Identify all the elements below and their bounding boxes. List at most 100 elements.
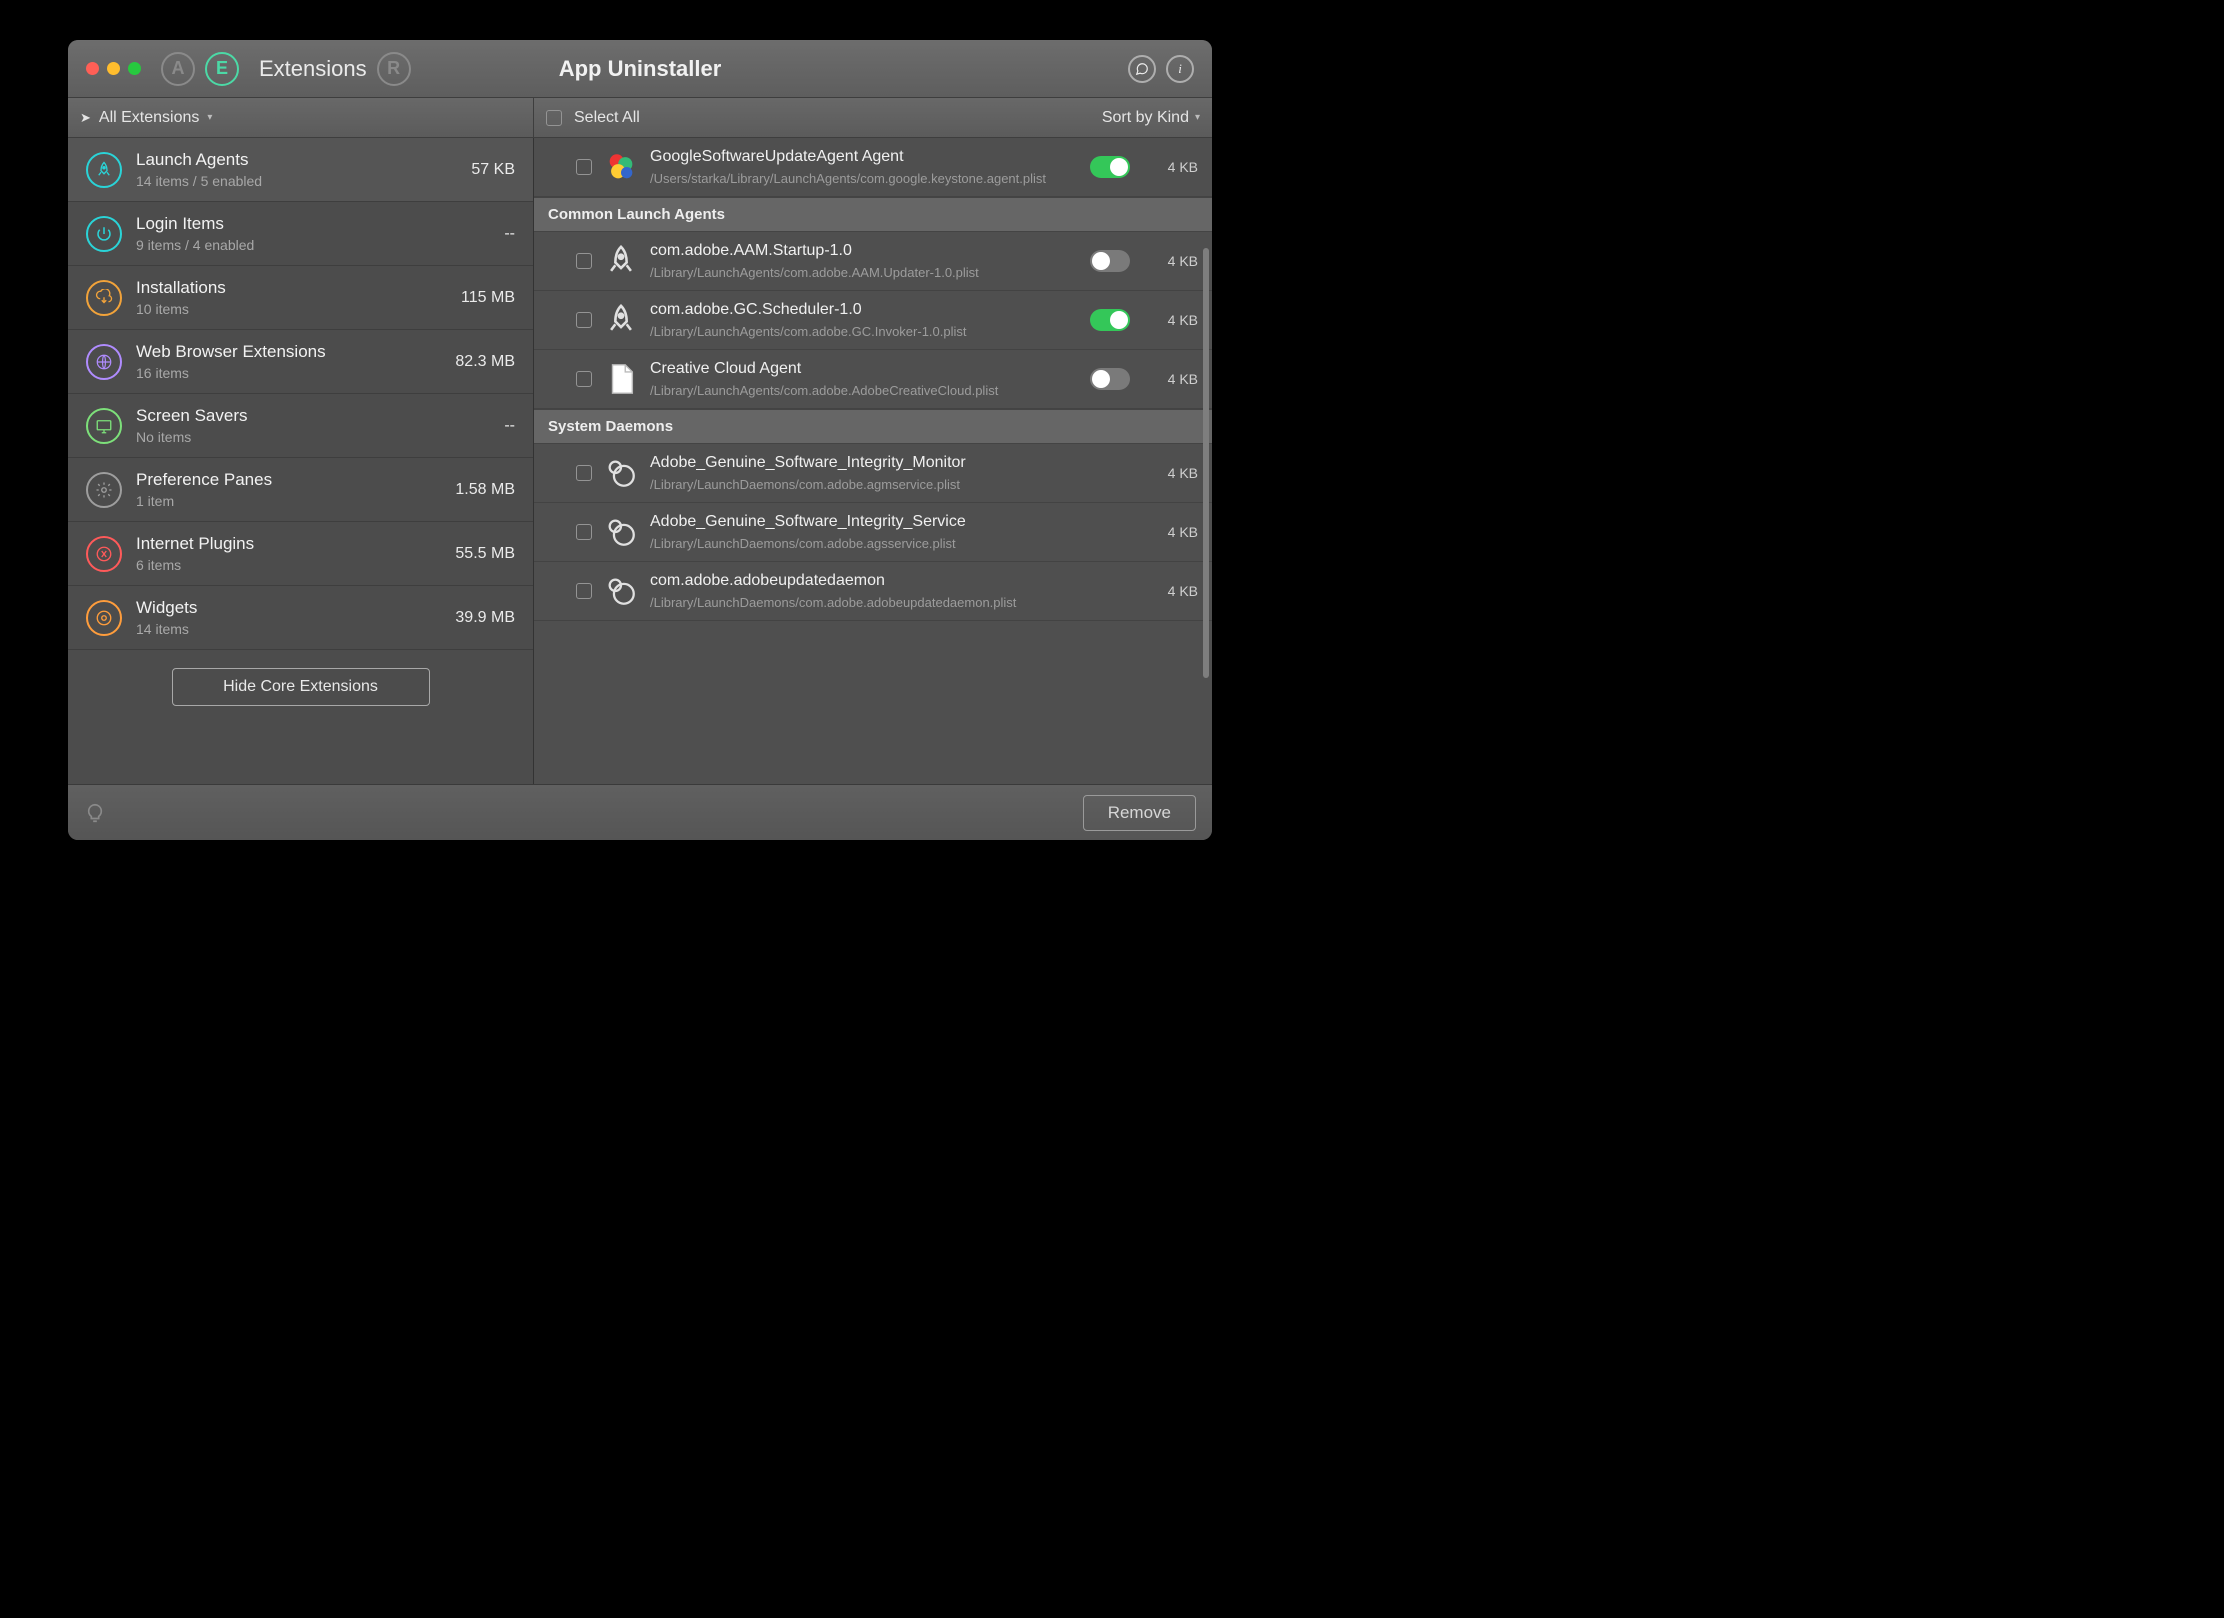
zoom-button[interactable] xyxy=(128,62,141,75)
sidebar-item-size: -- xyxy=(504,225,515,243)
item-path: /Library/LaunchAgents/com.adobe.AAM.Upda… xyxy=(650,265,1078,280)
sidebar-item-label: Web Browser Extensions xyxy=(136,342,441,362)
filter-dropdown[interactable]: ➤ All Extensions ▾ xyxy=(68,98,534,137)
sidebar-item-installations[interactable]: Installations 10 items 115 MB xyxy=(68,266,533,330)
app-window: A E Extensions R App Uninstaller i ➤ All… xyxy=(68,40,1212,840)
sidebar-item-sub: 1 item xyxy=(136,493,441,509)
item-size: 4 KB xyxy=(1150,371,1198,387)
list-item[interactable]: com.adobe.adobeupdatedaemon /Library/Lau… xyxy=(534,562,1212,621)
rocket-icon xyxy=(604,244,638,278)
list-item[interactable]: GoogleSoftwareUpdateAgent Agent /Users/s… xyxy=(534,138,1212,197)
item-name: com.adobe.GC.Scheduler-1.0 xyxy=(650,301,1078,319)
item-checkbox[interactable] xyxy=(576,371,592,387)
sidebar-item-size: 115 MB xyxy=(461,289,515,307)
rocket-icon xyxy=(86,152,122,188)
daemon-icon xyxy=(604,574,638,608)
enable-toggle[interactable] xyxy=(1090,368,1130,390)
sidebar-item-launch-agents[interactable]: Launch Agents 14 items / 5 enabled 57 KB xyxy=(68,138,533,202)
balls-icon xyxy=(604,150,638,184)
sidebar-item-sub: 10 items xyxy=(136,301,447,317)
sidebar-item-sub: 14 items / 5 enabled xyxy=(136,173,457,189)
power-icon xyxy=(86,216,122,252)
select-all-checkbox[interactable] xyxy=(546,110,562,126)
group-header: System Daemons xyxy=(534,409,1212,444)
sidebar-item-label: Login Items xyxy=(136,214,490,234)
lightbulb-icon[interactable] xyxy=(84,802,106,824)
scrollbar[interactable] xyxy=(1203,248,1209,678)
sidebar-item-label: Screen Savers xyxy=(136,406,490,426)
sidebar-item-label: Launch Agents xyxy=(136,150,457,170)
widget-icon xyxy=(86,600,122,636)
feedback-icon[interactable] xyxy=(1128,55,1156,83)
info-icon[interactable]: i xyxy=(1166,55,1194,83)
sidebar-item-login-items[interactable]: Login Items 9 items / 4 enabled -- xyxy=(68,202,533,266)
item-checkbox[interactable] xyxy=(576,465,592,481)
item-name: com.adobe.adobeupdatedaemon xyxy=(650,572,1130,590)
item-path: /Library/LaunchDaemons/com.adobe.agsserv… xyxy=(650,536,1130,551)
list-item[interactable]: Adobe_Genuine_Software_Integrity_Service… xyxy=(534,503,1212,562)
sidebar-item-preference-panes[interactable]: Preference Panes 1 item 1.58 MB xyxy=(68,458,533,522)
item-checkbox[interactable] xyxy=(576,253,592,269)
sidebar-item-label: Internet Plugins xyxy=(136,534,441,554)
module-switcher: A E Extensions R xyxy=(161,52,411,86)
sidebar-item-sub: 14 items xyxy=(136,621,441,637)
enable-toggle[interactable] xyxy=(1090,309,1130,331)
module-remains-icon[interactable]: R xyxy=(377,52,411,86)
titlebar: A E Extensions R App Uninstaller i xyxy=(68,40,1212,98)
sidebar-item-internet-plugins[interactable]: Internet Plugins 6 items 55.5 MB xyxy=(68,522,533,586)
enable-toggle[interactable] xyxy=(1090,250,1130,272)
item-size: 4 KB xyxy=(1150,159,1198,175)
item-path: /Library/LaunchAgents/com.adobe.GC.Invok… xyxy=(650,324,1078,339)
plug-icon xyxy=(86,536,122,572)
list-item[interactable]: Creative Cloud Agent /Library/LaunchAgen… xyxy=(534,350,1212,409)
item-name: Adobe_Genuine_Software_Integrity_Service xyxy=(650,513,1130,531)
item-checkbox[interactable] xyxy=(576,312,592,328)
item-checkbox[interactable] xyxy=(576,583,592,599)
sidebar-item-size: -- xyxy=(504,417,515,435)
item-name: Creative Cloud Agent xyxy=(650,360,1078,378)
sidebar: Launch Agents 14 items / 5 enabled 57 KB… xyxy=(68,138,534,784)
module-extensions-icon[interactable]: E xyxy=(205,52,239,86)
item-size: 4 KB xyxy=(1150,524,1198,540)
chevron-down-icon: ▾ xyxy=(1195,112,1200,123)
item-path: /Users/starka/Library/LaunchAgents/com.g… xyxy=(650,171,1078,186)
sidebar-item-size: 55.5 MB xyxy=(455,545,515,563)
sort-dropdown[interactable]: Sort by Kind ▾ xyxy=(1102,109,1200,127)
item-size: 4 KB xyxy=(1150,583,1198,599)
sidebar-item-web-browser-extensions[interactable]: Web Browser Extensions 16 items 82.3 MB xyxy=(68,330,533,394)
select-all-label: Select All xyxy=(574,109,640,127)
module-apps-icon[interactable]: A xyxy=(161,52,195,86)
item-name: com.adobe.AAM.Startup-1.0 xyxy=(650,242,1078,260)
enable-toggle[interactable] xyxy=(1090,156,1130,178)
location-arrow-icon: ➤ xyxy=(80,110,91,126)
list-item[interactable]: com.adobe.GC.Scheduler-1.0 /Library/Laun… xyxy=(534,291,1212,350)
remove-button[interactable]: Remove xyxy=(1083,795,1196,831)
sidebar-item-sub: No items xyxy=(136,429,490,445)
item-size: 4 KB xyxy=(1150,253,1198,269)
close-button[interactable] xyxy=(86,62,99,75)
globe-icon xyxy=(86,344,122,380)
sidebar-item-size: 39.9 MB xyxy=(455,609,515,627)
section-title: Extensions xyxy=(259,56,367,82)
sidebar-item-widgets[interactable]: Widgets 14 items 39.9 MB xyxy=(68,586,533,650)
item-name: GoogleSoftwareUpdateAgent Agent xyxy=(650,148,1078,166)
minimize-button[interactable] xyxy=(107,62,120,75)
list-item[interactable]: com.adobe.AAM.Startup-1.0 /Library/Launc… xyxy=(534,232,1212,291)
footer: Remove xyxy=(68,784,1212,840)
group-header: Common Launch Agents xyxy=(534,197,1212,232)
download-icon xyxy=(86,280,122,316)
item-path: /Library/LaunchAgents/com.adobe.AdobeCre… xyxy=(650,383,1078,398)
sort-label: Sort by Kind xyxy=(1102,109,1189,127)
main-list: GoogleSoftwareUpdateAgent Agent /Users/s… xyxy=(534,138,1212,784)
page-title: App Uninstaller xyxy=(559,56,722,82)
item-checkbox[interactable] xyxy=(576,524,592,540)
sidebar-item-sub: 16 items xyxy=(136,365,441,381)
item-checkbox[interactable] xyxy=(576,159,592,175)
sidebar-item-screen-savers[interactable]: Screen Savers No items -- xyxy=(68,394,533,458)
daemon-icon xyxy=(604,515,638,549)
list-item[interactable]: Adobe_Genuine_Software_Integrity_Monitor… xyxy=(534,444,1212,503)
hide-core-extensions-button[interactable]: Hide Core Extensions xyxy=(172,668,430,706)
daemon-icon xyxy=(604,456,638,490)
screen-icon xyxy=(86,408,122,444)
traffic-lights xyxy=(86,62,141,75)
